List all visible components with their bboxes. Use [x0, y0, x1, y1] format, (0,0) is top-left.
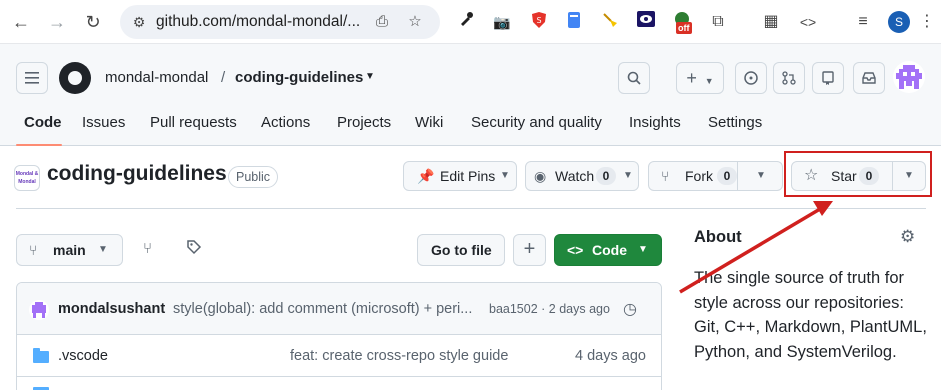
- tab-projects[interactable]: Projects: [337, 114, 391, 131]
- github-header: mondal-mondal / coding-guidelines ▼ + ▼ …: [0, 44, 941, 146]
- repo-name: coding-guidelines: [47, 162, 227, 185]
- extension-badge: off: [676, 22, 692, 34]
- tags-icon[interactable]: [186, 239, 202, 260]
- create-new-button[interactable]: + ▼: [676, 62, 724, 94]
- chevron-down-icon: ▼: [623, 170, 633, 181]
- gear-icon[interactable]: ⚙: [900, 227, 915, 247]
- repositories-button[interactable]: [812, 62, 844, 94]
- tab-groups-icon[interactable]: ▦: [760, 11, 782, 33]
- annotation-highlight-box: [784, 151, 932, 197]
- browser-toolbar: ← → ↻ ⚙ github.com/mondal-mondal/... ⎙ ☆…: [0, 0, 941, 44]
- eye-extension-icon[interactable]: [635, 11, 657, 33]
- shield-extension-icon[interactable]: S: [528, 11, 550, 33]
- document-extension-icon[interactable]: [563, 11, 585, 33]
- breadcrumb-separator: /: [221, 69, 226, 86]
- issues-button[interactable]: [735, 62, 767, 94]
- watch-button[interactable]: ◉ Watch 0 ▼: [525, 161, 639, 191]
- tab-code[interactable]: Code: [24, 114, 62, 131]
- fork-button[interactable]: ⑂ Fork 0: [648, 161, 738, 191]
- address-bar[interactable]: ⚙ github.com/mondal-mondal/... ⎙ ☆: [120, 5, 440, 39]
- hamburger-menu-button[interactable]: [16, 62, 48, 94]
- history-icon[interactable]: ◷: [623, 299, 637, 319]
- about-description: The single source of truth for style acr…: [694, 269, 927, 361]
- file-commit-message[interactable]: feat: create cross-repo style guide: [290, 348, 508, 364]
- code-icon: <>: [567, 242, 584, 258]
- github-logo-icon[interactable]: [59, 62, 91, 94]
- commit-author-avatar[interactable]: [29, 300, 49, 320]
- chevron-down-icon: ▼: [756, 170, 766, 181]
- chevron-down-icon: ▼: [98, 244, 108, 255]
- branches-icon[interactable]: ⑂: [143, 240, 152, 257]
- pin-icon: 📌: [417, 168, 435, 184]
- tab-actions[interactable]: Actions: [261, 114, 310, 131]
- file-date: 4 days ago: [575, 348, 646, 364]
- inbox-button[interactable]: [853, 62, 885, 94]
- tab-issues[interactable]: Issues: [82, 114, 125, 131]
- eye-icon: ◉: [534, 168, 547, 184]
- back-icon[interactable]: ←: [10, 11, 32, 33]
- commit-meta[interactable]: baa1502 · 2 days ago: [489, 302, 610, 316]
- svg-text:S: S: [536, 16, 541, 25]
- tab-wiki[interactable]: Wiki: [415, 114, 443, 131]
- install-app-icon[interactable]: ⎙: [372, 12, 392, 32]
- visibility-badge: Public: [228, 166, 279, 188]
- user-avatar[interactable]: [893, 61, 925, 93]
- tab-insights[interactable]: Insights: [629, 114, 681, 131]
- plus-icon: +: [686, 68, 697, 88]
- eyedropper-extension-icon[interactable]: [455, 11, 477, 33]
- fork-dropdown-button[interactable]: ▼: [737, 161, 783, 191]
- file-name[interactable]: .vscode: [58, 348, 108, 364]
- header-divider: [16, 208, 926, 209]
- table-row[interactable]: .vscode feat: create cross-repo style gu…: [17, 335, 661, 377]
- fork-count: 0: [717, 167, 737, 185]
- add-file-button[interactable]: +: [513, 234, 546, 266]
- pull-requests-button[interactable]: [773, 62, 805, 94]
- tab-settings[interactable]: Settings: [708, 114, 762, 131]
- repo-owner-avatar[interactable]: Mondal & Mondal: [14, 165, 40, 191]
- branch-icon: ⑂: [29, 242, 38, 258]
- breadcrumb-owner[interactable]: mondal-mondal: [105, 69, 208, 86]
- chevron-down-icon: ▼: [638, 244, 648, 255]
- tab-security[interactable]: Security and quality: [471, 114, 602, 131]
- camera-extension-icon[interactable]: 📷: [491, 11, 513, 33]
- folder-icon: [33, 348, 49, 363]
- repo-switcher-caret-icon[interactable]: ▼: [365, 71, 375, 82]
- breadcrumb-repo[interactable]: coding-guidelines: [235, 69, 363, 86]
- broom-extension-icon[interactable]: [599, 11, 621, 33]
- commit-author[interactable]: mondalsushant: [58, 301, 165, 317]
- devtools-icon[interactable]: <>: [797, 11, 819, 33]
- bookmark-star-icon[interactable]: ☆: [405, 12, 425, 32]
- branch-selector[interactable]: ⑂ main ▼: [16, 234, 123, 266]
- fork-icon: ⑂: [661, 168, 670, 184]
- chevron-down-icon: ▼: [500, 170, 510, 181]
- watch-count: 0: [596, 167, 616, 185]
- edit-pins-button[interactable]: 📌 Edit Pins ▼: [403, 161, 517, 191]
- profile-avatar[interactable]: S: [888, 11, 910, 33]
- latest-commit-bar: mondalsushant style(global): add comment…: [17, 283, 661, 335]
- file-list: mondalsushant style(global): add comment…: [16, 282, 662, 390]
- extensions-puzzle-icon[interactable]: ⧉: [707, 11, 729, 33]
- search-button[interactable]: [618, 62, 650, 94]
- forward-icon[interactable]: →: [46, 11, 68, 33]
- chevron-down-icon: ▼: [704, 76, 714, 86]
- go-to-file-button[interactable]: Go to file: [417, 234, 505, 266]
- about-heading: About: [694, 228, 742, 246]
- tab-pull-requests[interactable]: Pull requests: [150, 114, 237, 131]
- commit-message[interactable]: style(global): add comment (microsoft) +…: [173, 301, 472, 317]
- site-info-icon[interactable]: ⚙: [130, 13, 148, 31]
- url-text[interactable]: github.com/mondal-mondal/...: [156, 13, 360, 31]
- repo-tab-bar: Code Issues Pull requests Actions Projec…: [0, 106, 941, 146]
- code-dropdown-button[interactable]: <> Code ▼: [554, 234, 662, 266]
- browser-menu-icon[interactable]: ⋮: [916, 11, 938, 33]
- reading-list-icon[interactable]: ≡: [852, 11, 874, 33]
- reload-icon[interactable]: ↻: [82, 11, 104, 33]
